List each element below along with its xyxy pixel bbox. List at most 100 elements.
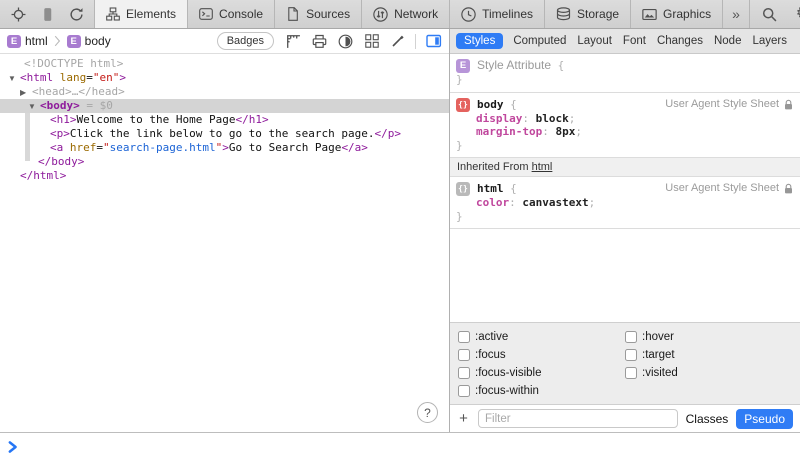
breadcrumb-label: html (25, 34, 48, 48)
dom-node[interactable]: ▼<html lang="en"> (0, 71, 449, 85)
classes-button[interactable]: Classes (686, 412, 729, 426)
styles-tab-node[interactable]: Node (713, 33, 743, 49)
pseudo-toggle-visited[interactable]: :visited (625, 367, 792, 379)
spacer (450, 229, 800, 322)
tab-label: Timelines (482, 7, 533, 21)
tab-console[interactable]: Console (188, 0, 275, 28)
expanded-arrow-icon[interactable]: ▼ (28, 100, 40, 114)
node-action-icons (285, 33, 406, 50)
details-sidebar-toggle-button[interactable] (425, 33, 442, 50)
device-button[interactable] (36, 3, 58, 25)
code-token: <p> (50, 127, 70, 140)
dom-node[interactable]: <a href="search-page.html">Go to Search … (0, 141, 449, 155)
semicolon: ; (569, 112, 576, 125)
property-value: 8px (555, 125, 575, 138)
styles-tab-computed[interactable]: Computed (512, 33, 567, 49)
checkbox-icon (458, 349, 470, 361)
pseudo-button[interactable]: Pseudo (736, 409, 793, 429)
toolbar-right-buttons: ⚙ (750, 0, 800, 28)
css-property[interactable]: display: block; (456, 112, 794, 126)
more-tabs-button[interactable]: » (723, 0, 750, 28)
close-brace: } (456, 139, 463, 153)
dom-panel: Ehtml Ebody Badges <!DOCTYPE html>▼<html … (0, 29, 450, 432)
checkbox-icon (458, 331, 470, 343)
breadcrumb-item-html[interactable]: Ehtml (7, 34, 48, 48)
breadcrumb-item-body[interactable]: Ebody (67, 34, 111, 48)
help-button[interactable]: ? (417, 402, 438, 423)
semicolon: ; (589, 196, 596, 209)
dom-node[interactable]: <!DOCTYPE html> (0, 57, 449, 71)
pseudo-toggle-hover[interactable]: :hover (625, 331, 792, 343)
pseudo-toggle-active[interactable]: :active (458, 331, 625, 343)
expanded-arrow-icon[interactable]: ▼ (8, 72, 20, 86)
tab-network[interactable]: Network (362, 0, 450, 28)
console-prompt-bar[interactable] (0, 432, 800, 461)
property-name: color (476, 196, 509, 209)
rule-footer: } (456, 139, 794, 153)
grid-overlay-button[interactable] (363, 33, 380, 50)
dom-node[interactable]: </body> (0, 155, 449, 169)
reload-page-button[interactable] (65, 3, 87, 25)
print-button[interactable] (311, 33, 328, 50)
pseudo-label: :focus-visible (475, 367, 541, 379)
collapsed-arrow-icon[interactable]: ▶ (20, 86, 32, 100)
colon: : (509, 196, 522, 209)
grid-icon (365, 34, 379, 48)
dom-node[interactable]: <p>Click the link below to go to the sea… (0, 127, 449, 141)
css-property[interactable]: margin-top: 8px; (456, 125, 794, 139)
dom-node[interactable]: ▶<head>…</head> (0, 85, 449, 99)
code-token: <!DOCTYPE html> (24, 57, 123, 70)
code-token: <h1> (50, 113, 77, 126)
style-filter-bar: + Classes Pseudo (450, 404, 800, 432)
dom-node[interactable]: <h1>Welcome to the Home Page</h1> (0, 113, 449, 127)
reload-icon (69, 7, 84, 22)
edit-button[interactable] (389, 33, 406, 50)
rule-header: EStyle Attribute { (456, 59, 794, 73)
tab-storage[interactable]: Storage (545, 0, 631, 28)
pseudo-toggle-focus-within[interactable]: :focus-within (458, 385, 625, 397)
origin-text: User Agent Style Sheet (665, 98, 779, 112)
code-token: > (119, 71, 126, 84)
tab-graphics[interactable]: Graphics (631, 0, 723, 28)
code-token: </html> (20, 169, 66, 182)
checkbox-icon (625, 349, 637, 361)
contrast-icon (338, 34, 353, 49)
pseudo-toggle-focus-visible[interactable]: :focus-visible (458, 367, 625, 379)
pseudo-toggle-focus[interactable]: :focus (458, 349, 625, 361)
sources-icon (286, 7, 300, 21)
badges-button[interactable]: Badges (217, 32, 274, 50)
tab-elements[interactable]: Elements (95, 0, 188, 28)
tab-label: Elements (126, 7, 176, 21)
styles-tab-layout[interactable]: Layout (576, 33, 613, 49)
styles-tab-layers[interactable]: Layers (751, 33, 788, 49)
ruler-button[interactable] (285, 33, 302, 50)
appearance-button[interactable] (337, 33, 354, 50)
rule-footer: } (456, 73, 794, 87)
search-button[interactable] (759, 3, 781, 25)
tab-sources[interactable]: Sources (275, 0, 362, 28)
css-property[interactable]: color: canvastext; (456, 196, 794, 210)
pseudo-label: :focus (475, 349, 506, 361)
add-rule-button[interactable]: + (457, 411, 470, 426)
dom-node[interactable]: </html> (0, 169, 449, 183)
inspect-element-button[interactable] (7, 3, 29, 25)
styles-tab-styles[interactable]: Styles (456, 33, 503, 49)
checkbox-icon (625, 367, 637, 379)
code-token: = (86, 71, 93, 84)
close-brace: } (456, 210, 463, 224)
sidebar-tabs: Styles Computed Layout Font Changes Node Layer… (450, 29, 800, 54)
pseudo-toggle-target[interactable]: :target (625, 349, 792, 361)
tab-timelines[interactable]: Timelines (450, 0, 545, 28)
dom-node[interactable]: ▼<body> = $0 (0, 99, 449, 113)
settings-button[interactable]: ⚙ (792, 3, 800, 25)
code-token: " (103, 141, 110, 154)
styles-tab-changes[interactable]: Changes (656, 33, 704, 49)
styles-tab-font[interactable]: Font (622, 33, 647, 49)
inherited-node-link[interactable]: html (532, 161, 553, 173)
graphics-icon (642, 7, 657, 22)
style-filter-input[interactable] (478, 409, 678, 428)
inherited-label: Inherited From (457, 161, 532, 173)
checkbox-icon (458, 367, 470, 379)
printer-icon (312, 34, 327, 49)
rule-header: {}body {User Agent Style Sheet (456, 98, 794, 112)
